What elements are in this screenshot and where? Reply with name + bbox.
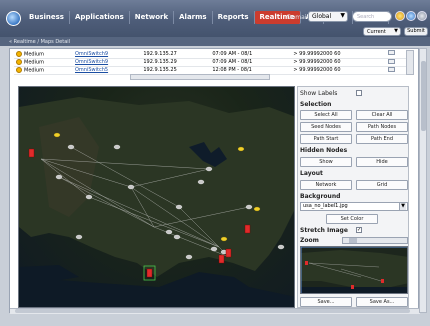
table-row[interactable]: Medium OmniSwitch5 192.9.135.25 12:08 PM…: [14, 66, 406, 75]
row-action-button[interactable]: [387, 50, 395, 56]
domain-label: Domain: [287, 14, 311, 21]
content-area: Medium OmniSwitch9 192.9.135.27 07:09 AM…: [9, 48, 420, 314]
row-action-button[interactable]: [387, 66, 395, 72]
network-map[interactable]: [18, 86, 295, 308]
toolbar: Current ▼ Submit: [0, 27, 430, 37]
time-cell: 07:09 AM - 08/1: [210, 58, 292, 67]
chevron-down-icon: ▼: [399, 203, 406, 210]
chevron-down-icon: ▼: [340, 12, 345, 19]
severity-cell: Medium: [14, 58, 73, 67]
hidden-nodes-title: Hidden Nodes: [300, 147, 348, 154]
nav-reports[interactable]: Reports: [213, 11, 255, 24]
ip-cell: 192.9.135.29: [141, 58, 211, 67]
logout-icon[interactable]: [417, 11, 427, 21]
device-link[interactable]: OmniSwitch9: [75, 51, 108, 57]
ip-cell: 192.9.135.25: [141, 66, 211, 75]
scrollbar-thumb[interactable]: [421, 61, 426, 131]
alarm-table: Medium OmniSwitch9 192.9.135.27 07:09 AM…: [14, 50, 406, 75]
table-vertical-scrollbar[interactable]: [406, 50, 414, 75]
value-cell: > 99.99992000 60: [291, 66, 386, 75]
set-color-button[interactable]: Set Color: [326, 214, 378, 224]
path-nodes-button[interactable]: Path Nodes: [356, 122, 408, 132]
show-labels-checkbox[interactable]: [356, 90, 362, 96]
nav-network[interactable]: Network: [130, 11, 175, 24]
domain-value: Global: [312, 13, 332, 20]
show-labels-label: Show Labels: [300, 90, 338, 97]
nav-alarms[interactable]: Alarms: [174, 11, 213, 24]
search-input[interactable]: Search: [352, 11, 392, 22]
scrollbar-thumb[interactable]: [15, 309, 410, 313]
ip-cell: 192.9.135.27: [141, 50, 211, 59]
minimap-canvas: [301, 247, 407, 293]
page-vertical-scrollbar[interactable]: [419, 48, 427, 313]
minimap-landmass: [301, 250, 407, 289]
breadcrumb[interactable]: « Realtime / Maps Detail: [9, 39, 70, 45]
network-layout-button[interactable]: Network: [300, 180, 352, 190]
device-link[interactable]: OmniSwitch9: [75, 59, 108, 65]
value-cell: > 99.99992000 60: [291, 58, 386, 67]
stretch-image-checkbox[interactable]: ✓: [356, 227, 362, 233]
time-cell: 07:09 AM - 08/1: [210, 50, 292, 59]
zoom-slider-thumb[interactable]: [349, 238, 357, 243]
submit-button[interactable]: Submit: [404, 27, 428, 36]
zoom-slider[interactable]: [342, 237, 408, 244]
select-all-button[interactable]: Select All: [300, 110, 352, 120]
path-end-button[interactable]: Path End: [356, 134, 408, 144]
table-row[interactable]: Medium OmniSwitch9 192.9.135.29 07:09 AM…: [14, 58, 406, 67]
severity-label: Medium: [24, 67, 44, 74]
minimap-water: [301, 287, 407, 293]
grid-layout-button[interactable]: Grid: [356, 180, 408, 190]
save-as-button[interactable]: Save As...: [356, 297, 408, 307]
device-link[interactable]: OmniSwitch5: [75, 67, 108, 73]
chevron-down-icon: ▼: [394, 28, 398, 34]
background-select-value: usa_no_label1.jpg: [303, 203, 348, 209]
seed-nodes-button[interactable]: Seed Nodes: [300, 122, 352, 132]
severity-label: Medium: [24, 59, 44, 66]
warning-icon: [16, 66, 22, 73]
hide-button[interactable]: Hide: [356, 157, 408, 167]
nav-business[interactable]: Business: [24, 11, 70, 24]
row-action-button[interactable]: [387, 58, 395, 64]
view-select[interactable]: Current ▼: [363, 27, 401, 36]
layout-title: Layout: [300, 170, 323, 177]
nav-applications[interactable]: Applications: [70, 11, 130, 24]
selection-title: Selection: [300, 101, 332, 108]
overview-minimap[interactable]: [300, 246, 408, 294]
value-cell: > 99.99992000 60: [291, 50, 386, 59]
clear-all-button[interactable]: Clear All: [356, 110, 408, 120]
view-select-value: Current: [367, 29, 386, 35]
app-logo-icon[interactable]: [6, 11, 21, 26]
top-navigation-bar: Business Applications Network Alarms Rep…: [0, 0, 430, 37]
help-icon[interactable]: [406, 11, 416, 21]
time-cell: 12:08 PM - 08/1: [210, 66, 292, 75]
path-start-button[interactable]: Path Start: [300, 134, 352, 144]
map-canvas[interactable]: [19, 87, 295, 308]
severity-cell: Medium: [14, 66, 73, 75]
background-title: Background: [300, 193, 341, 200]
alert-icon[interactable]: [395, 11, 405, 21]
table-row[interactable]: Medium OmniSwitch9 192.9.135.27 07:09 AM…: [14, 50, 406, 59]
content-horizontal-scrollbar[interactable]: [10, 308, 420, 314]
table-horizontal-scrollbar[interactable]: [130, 74, 270, 80]
zoom-title: Zoom: [300, 237, 319, 244]
warning-icon: [16, 58, 22, 65]
background-select[interactable]: usa_no_label1.jpg ▼: [300, 202, 408, 211]
severity-label: Medium: [24, 51, 44, 57]
domain-select[interactable]: Global ▼: [308, 11, 348, 22]
stretch-image-label: Stretch Image: [300, 227, 348, 234]
map-control-panel: Show Labels Selection Select All Clear A…: [297, 86, 409, 308]
show-hidden-button[interactable]: Show: [300, 157, 352, 167]
warning-icon: [16, 50, 22, 57]
breadcrumb-bar: « Realtime / Maps Detail: [0, 37, 430, 46]
save-button[interactable]: Save...: [300, 297, 352, 307]
severity-cell: Medium: [14, 50, 73, 59]
